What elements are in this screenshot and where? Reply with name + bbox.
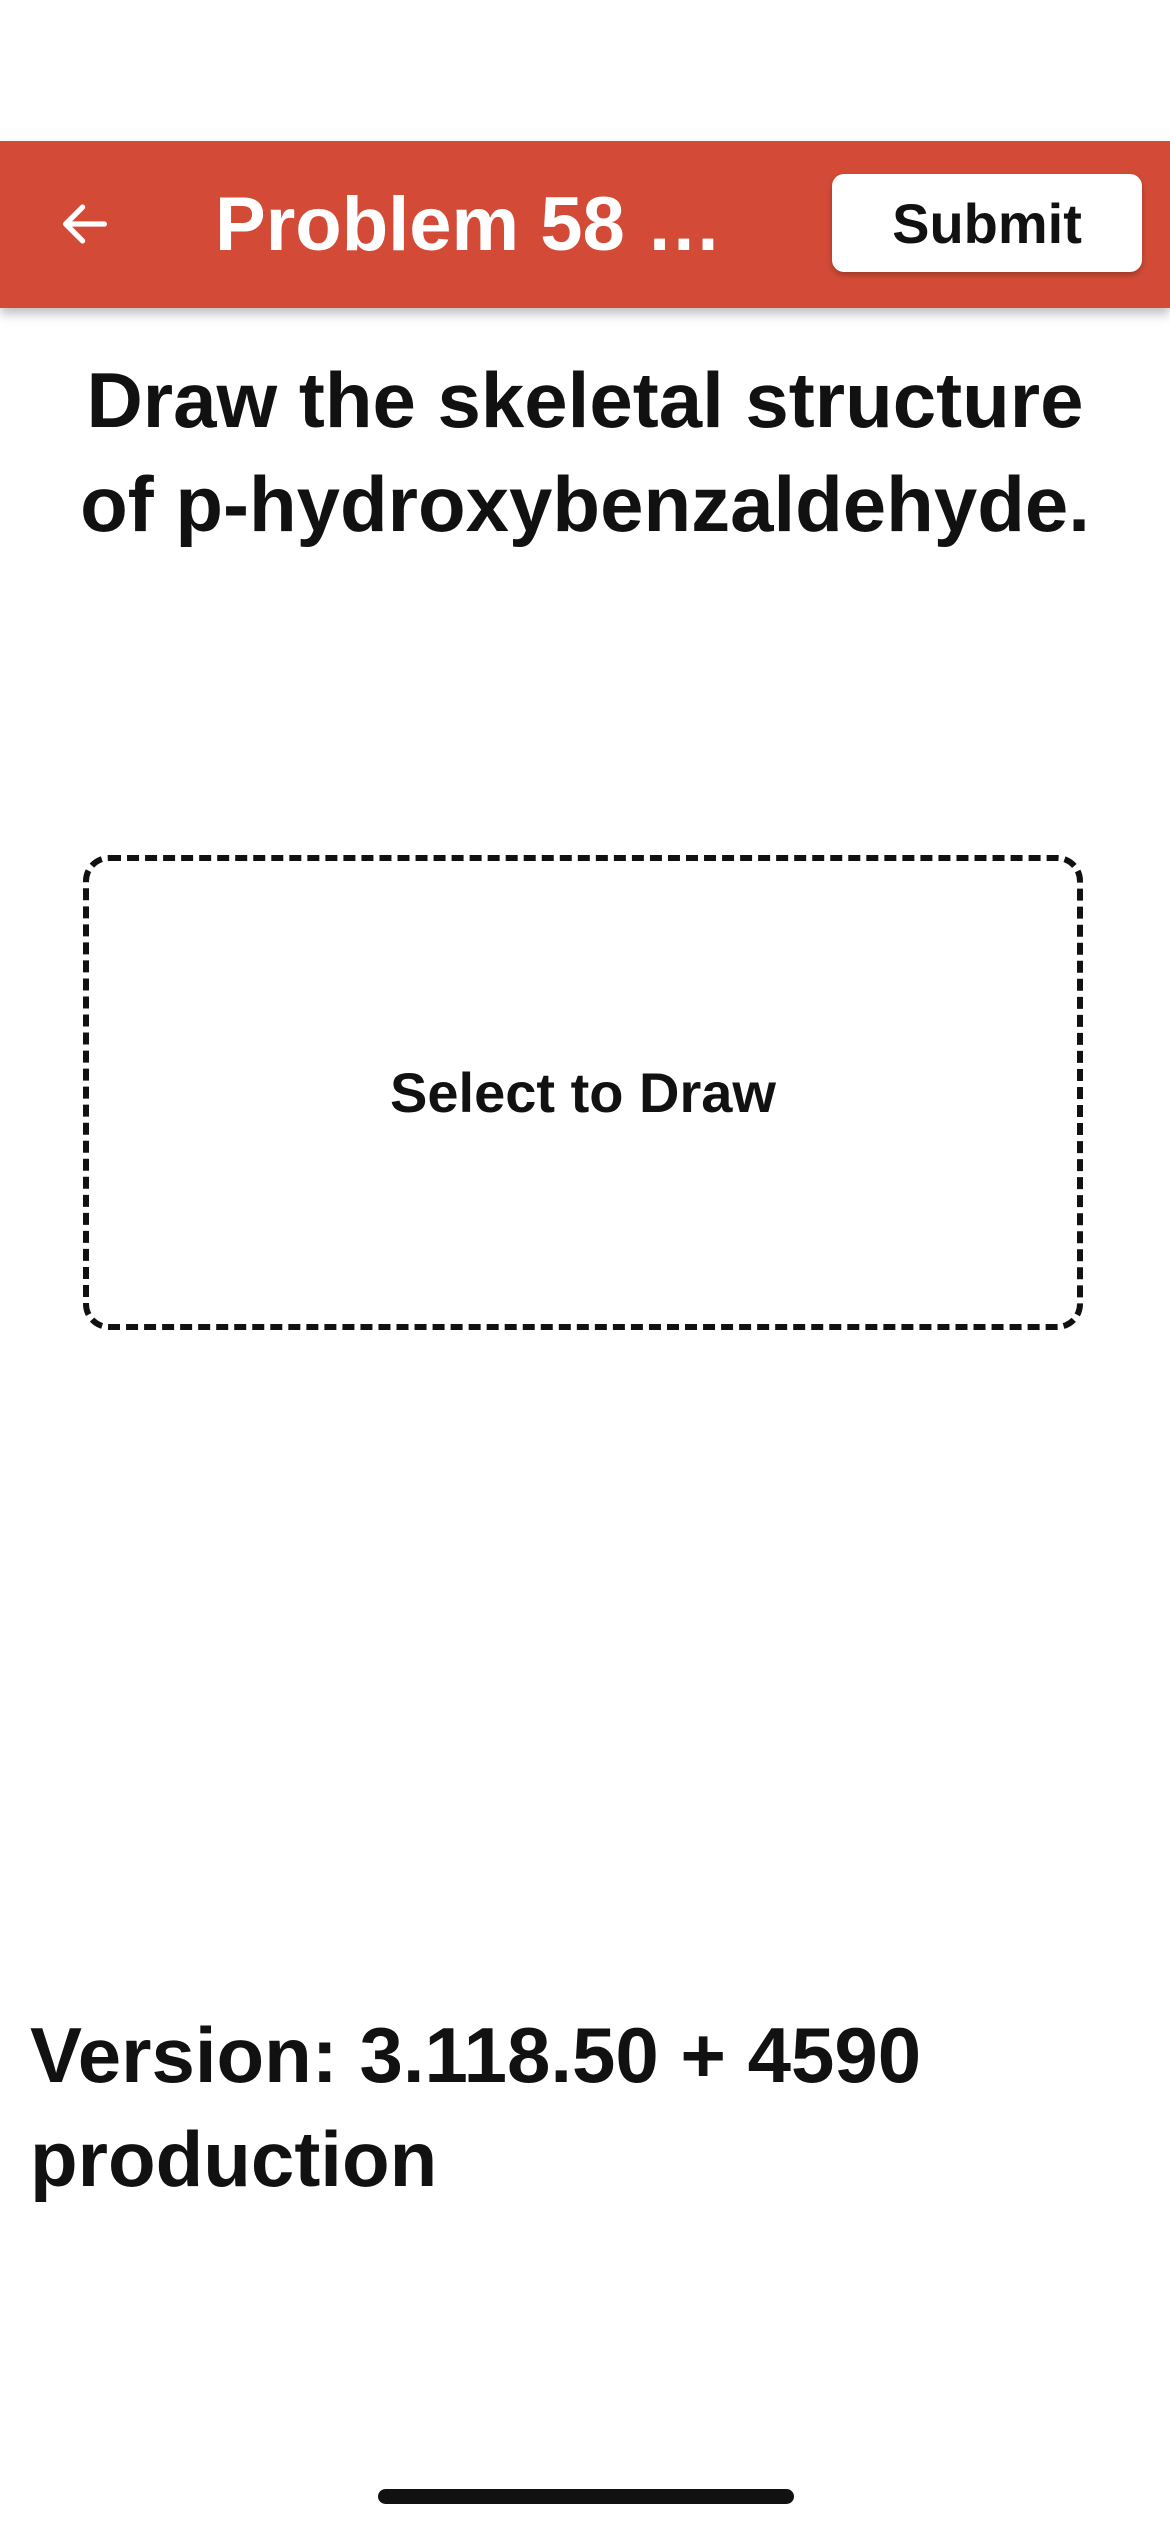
submit-button[interactable]: Submit <box>832 174 1142 272</box>
status-bar <box>0 0 1170 141</box>
question-text: Draw the skeletal structure of p-hydroxy… <box>80 356 1090 548</box>
arrow-left-icon <box>63 204 107 244</box>
draw-area-label: Select to Draw <box>390 1061 776 1124</box>
version-text: Version: 3.118.50 + 4590 production <box>30 2011 922 2203</box>
draw-area[interactable]: Select to Draw <box>83 855 1083 1330</box>
page-title: Problem 58 … <box>215 182 722 267</box>
back-button[interactable] <box>40 179 130 269</box>
home-indicator[interactable] <box>378 2489 794 2504</box>
app-header: Problem 58 … Submit <box>0 141 1170 308</box>
